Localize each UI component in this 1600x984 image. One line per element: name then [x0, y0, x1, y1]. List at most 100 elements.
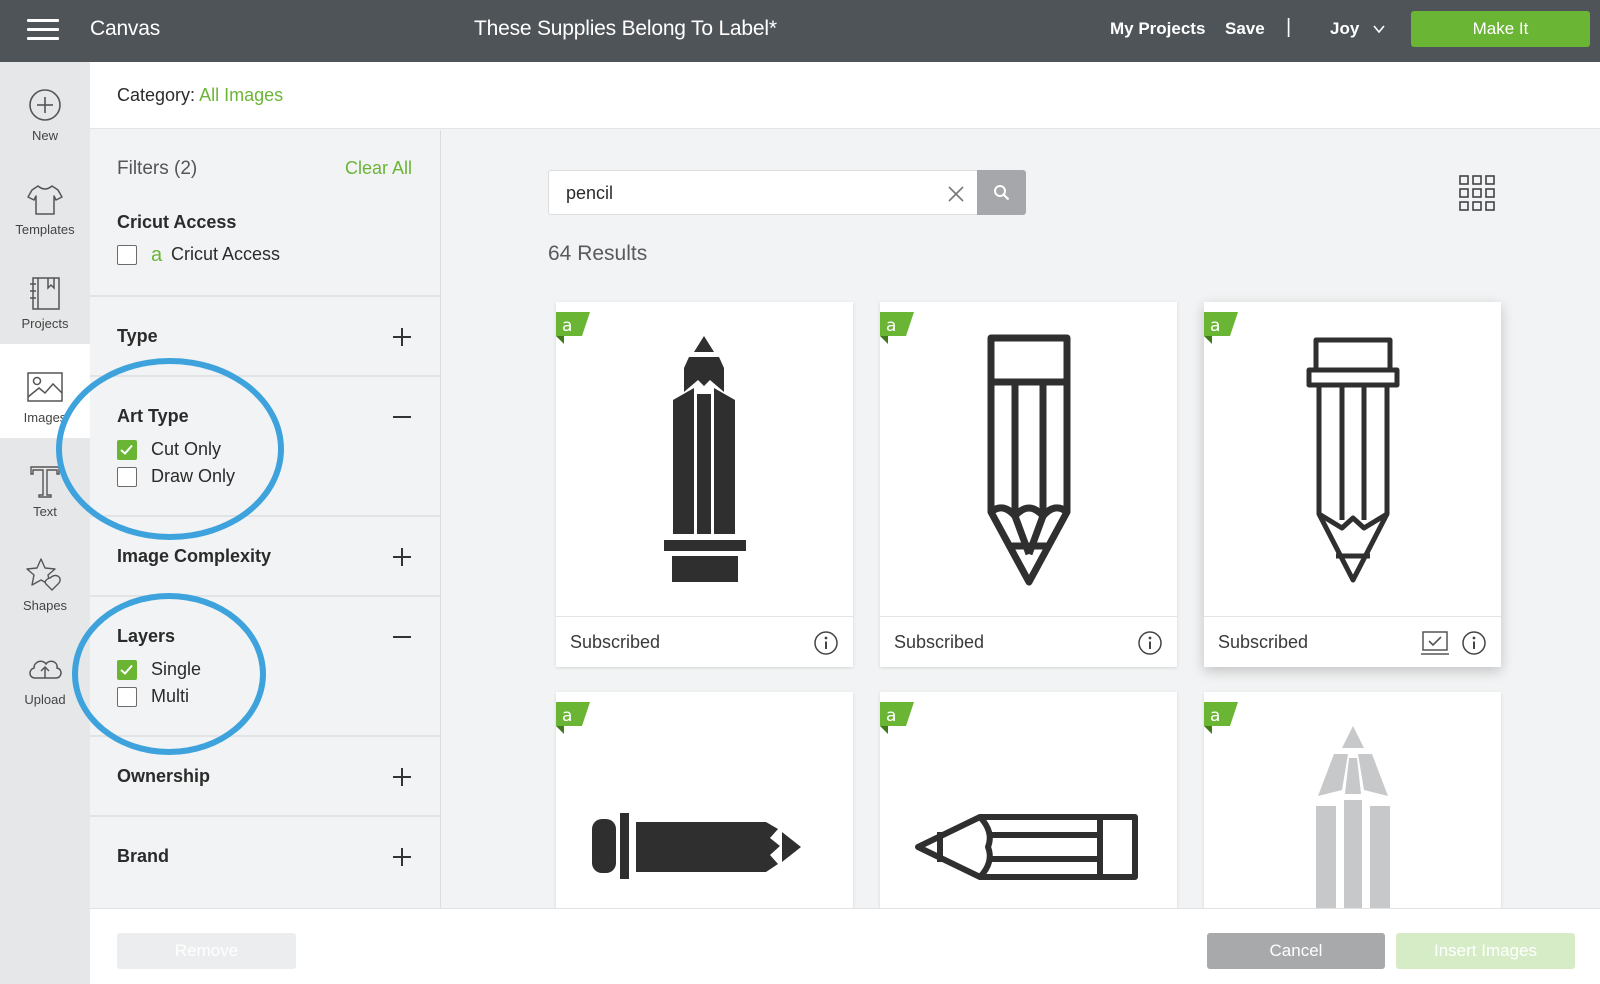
nav-text-label: Text	[33, 504, 57, 519]
category-value-link[interactable]: All Images	[199, 85, 283, 105]
image-card[interactable]: a Subscribed	[880, 302, 1177, 667]
category-bar: Category: All Images	[90, 62, 1600, 129]
bottom-bar: Remove Cancel Insert Images	[90, 908, 1600, 984]
checkbox-checked[interactable]	[117, 660, 137, 680]
checkbox-unchecked[interactable]	[117, 245, 137, 265]
checkbox-checked[interactable]	[117, 440, 137, 460]
search-input[interactable]: pencil	[548, 170, 978, 215]
cancel-button[interactable]: Cancel	[1207, 933, 1385, 969]
checkmark-icon	[120, 664, 133, 675]
remove-button[interactable]: Remove	[117, 933, 296, 969]
cricut-access-glyph: a	[151, 244, 163, 266]
card-status: Subscribed	[570, 632, 661, 652]
filter-section-cricut-access-title: Cricut Access	[117, 212, 237, 232]
filter-divider	[90, 595, 440, 597]
category-divider	[90, 128, 1600, 129]
search-icon	[994, 185, 1010, 201]
svg-text:a: a	[886, 316, 896, 336]
nav-new[interactable]: New	[0, 62, 90, 156]
top-bar: Canvas These Supplies Belong To Label* M…	[0, 0, 1600, 62]
save-link[interactable]: Save	[1225, 19, 1265, 39]
collapse-art-type-icon[interactable]	[392, 407, 412, 427]
results-area: pencil 64 Results a Subscribed a Subscri…	[442, 130, 1600, 908]
select-image-checkbox-icon[interactable]	[1420, 630, 1450, 656]
search-button[interactable]	[977, 170, 1026, 215]
svg-text:a: a	[562, 316, 572, 336]
text-icon	[30, 466, 60, 498]
cricut-access-badge-icon: a	[556, 312, 590, 344]
checkbox-unchecked[interactable]	[117, 687, 137, 707]
card-footer: Subscribed	[1204, 616, 1501, 667]
user-name: Joy	[1330, 19, 1360, 38]
nav-new-label: New	[31, 128, 58, 143]
collapse-layers-icon[interactable]	[392, 627, 412, 647]
shapes-icon	[26, 558, 61, 591]
cricut-access-badge-icon: a	[556, 702, 590, 734]
notebook-icon	[30, 277, 60, 310]
svg-text:a: a	[1210, 316, 1220, 336]
multi-label: Multi	[151, 686, 190, 706]
left-nav: New Templates Projects Images Text Shape…	[0, 62, 90, 984]
cut-only-label: Cut Only	[151, 439, 222, 459]
my-projects-link[interactable]: My Projects	[1110, 19, 1205, 39]
nav-shapes-label: Shapes	[22, 598, 68, 613]
clear-all-link[interactable]: Clear All	[345, 158, 412, 179]
chevron-down-icon	[1373, 25, 1385, 34]
search-input-value: pencil	[566, 183, 614, 203]
hamburger-menu-icon[interactable]	[27, 19, 59, 41]
expand-ownership-icon[interactable]	[392, 767, 412, 787]
nav-templates[interactable]: Templates	[0, 156, 90, 250]
expand-image-complexity-icon[interactable]	[392, 547, 412, 567]
image-card[interactable]: a	[880, 692, 1177, 908]
expand-brand-icon[interactable]	[392, 847, 412, 867]
nav-images[interactable]: Images	[0, 344, 90, 438]
top-separator: |	[1286, 16, 1292, 38]
image-icon	[27, 372, 63, 402]
nav-shapes[interactable]: Shapes	[0, 532, 90, 626]
user-menu[interactable]: Joy	[1330, 19, 1385, 39]
grid-view-icon[interactable]	[1459, 175, 1495, 211]
outline-pencil-vertical-image	[987, 334, 1071, 586]
cricut-access-option-label: Cricut Access	[171, 244, 281, 264]
filters-header: Filters (2)	[117, 158, 198, 179]
nav-upload[interactable]: Upload	[0, 626, 90, 720]
image-card[interactable]: a	[556, 692, 853, 908]
cloud-upload-icon	[29, 660, 62, 679]
svg-text:a: a	[1210, 706, 1220, 726]
app-title: Canvas	[90, 17, 161, 40]
image-card[interactable]: a Subscribed	[556, 302, 853, 667]
cricut-access-badge-icon: a	[1204, 312, 1238, 344]
filter-divider	[90, 515, 440, 517]
checkmark-icon	[120, 444, 133, 455]
image-card[interactable]: a Subscribed	[1204, 302, 1501, 667]
info-icon[interactable]	[1461, 630, 1487, 656]
single-label: Single	[151, 659, 202, 679]
card-status: Subscribed	[894, 632, 985, 652]
draw-only-label: Draw Only	[151, 466, 236, 486]
nav-projects[interactable]: Projects	[0, 250, 90, 344]
filter-section-brand-title: Brand	[117, 846, 170, 866]
filter-section-ownership-title: Ownership	[117, 766, 211, 786]
card-footer: Subscribed	[556, 616, 853, 667]
close-icon[interactable]	[947, 185, 965, 203]
solid-pencil-vertical-image	[664, 336, 746, 582]
tshirt-icon	[27, 185, 63, 215]
checkbox-unchecked[interactable]	[117, 467, 137, 487]
card-footer: Subscribed	[880, 616, 1177, 667]
category-label: Category:	[117, 85, 196, 105]
info-icon[interactable]	[1137, 630, 1163, 656]
expand-type-icon[interactable]	[392, 327, 412, 347]
project-title: These Supplies Belong To Label*	[474, 17, 777, 40]
info-icon[interactable]	[813, 630, 839, 656]
nav-upload-label: Upload	[24, 692, 66, 707]
card-status: Subscribed	[1218, 632, 1309, 652]
filter-section-image-complexity-title: Image Complexity	[117, 546, 272, 566]
nav-text[interactable]: Text	[0, 438, 90, 532]
image-card[interactable]: a	[1204, 692, 1501, 908]
nav-projects-label: Projects	[21, 316, 69, 331]
make-it-button[interactable]: Make It	[1411, 11, 1590, 47]
insert-images-button[interactable]: Insert Images	[1396, 933, 1575, 969]
nav-images-label: Images	[23, 410, 67, 425]
outline-pencil-vertical-eraser-image	[1306, 337, 1400, 583]
svg-text:a: a	[562, 706, 572, 726]
